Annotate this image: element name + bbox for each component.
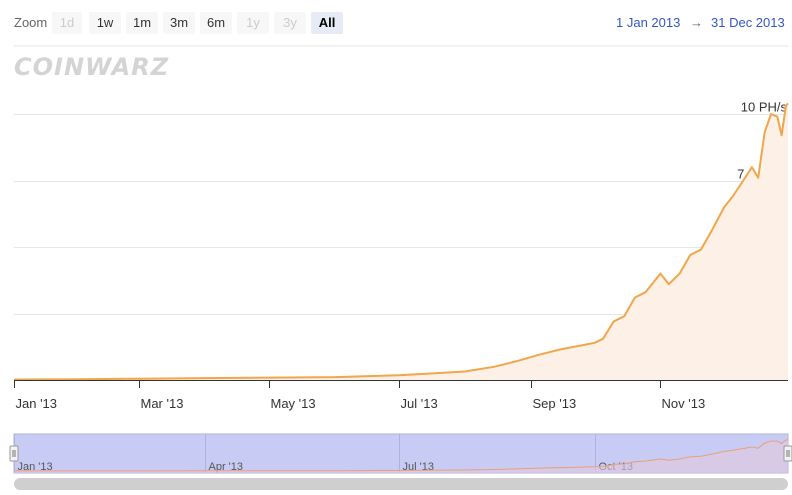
x-tick-label: Jul '13: [401, 396, 438, 411]
navigator-right-handle[interactable]: [783, 445, 792, 462]
series-area: [14, 103, 788, 381]
x-tick-label: Nov '13: [662, 396, 706, 411]
navigator-left-handle[interactable]: [9, 445, 19, 462]
y-tick-label: 10 PH/s: [741, 100, 788, 115]
x-tick-label: May '13: [271, 396, 316, 411]
navigator-scrollbar[interactable]: [14, 478, 788, 490]
x-tick-label: Mar '13: [141, 396, 184, 411]
x-tick-label: Jan '13: [16, 396, 58, 411]
hashrate-chart: Zoom 1d 1w 1m 3m 6m 1y 3y All 1 Jan 2013…: [0, 0, 792, 495]
x-tick-label: Sep '13: [533, 396, 577, 411]
chart-svg: 02.5 PH/s5 PH/s7.5 PH/s10 PH/sJan '13Mar…: [9, 45, 792, 490]
